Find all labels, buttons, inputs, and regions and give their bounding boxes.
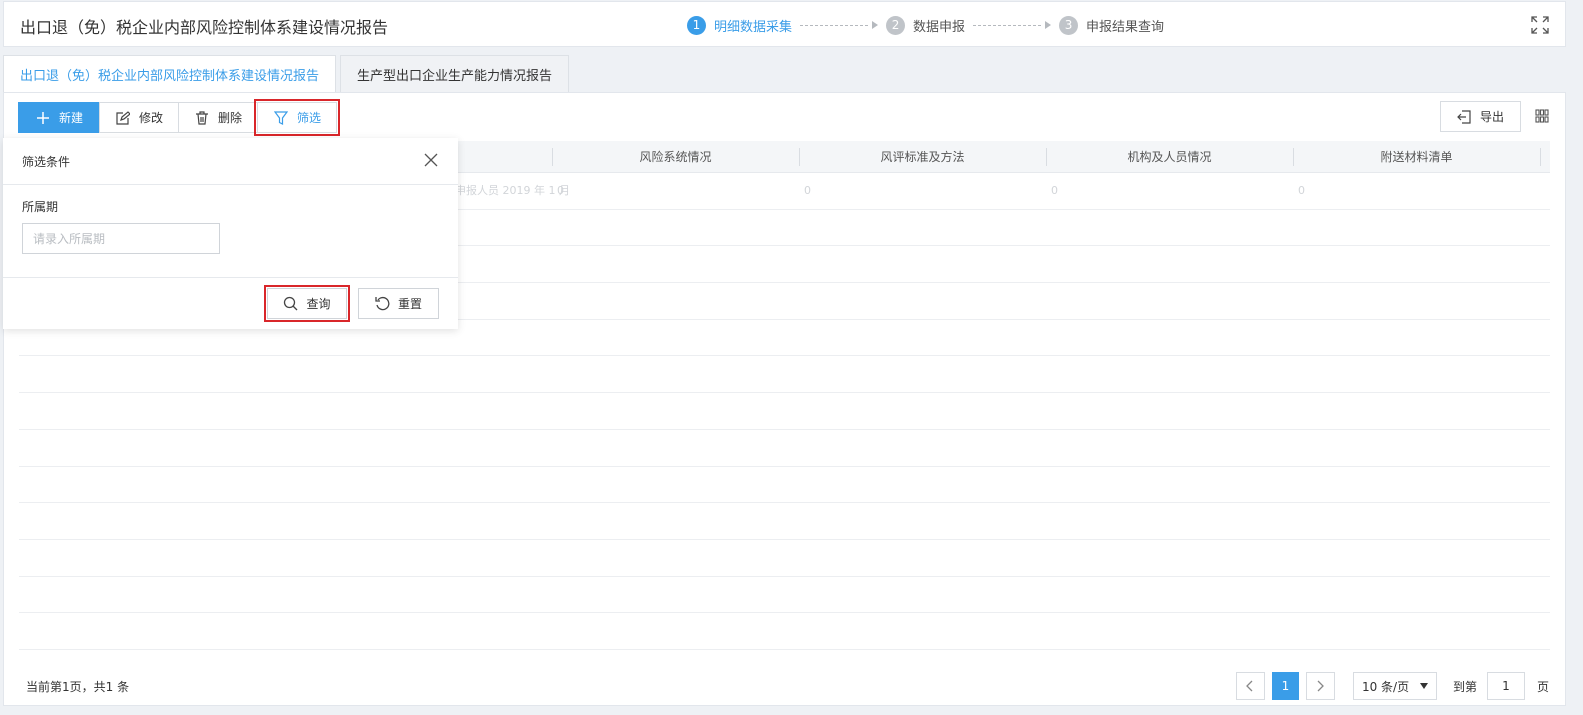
page-title: 出口退（免）税企业内部风险控制体系建设情况报告 [20,18,389,37]
search-icon [284,296,298,311]
column-header: 机构及人员情况 [1127,150,1212,164]
filter-popup-divider [3,277,458,278]
fullscreen-icon[interactable] [1531,16,1549,34]
table-row-empty [19,503,1550,540]
export-icon [1457,109,1471,124]
reset-button-label: 重置 [397,297,422,311]
step-indicator: 1 明细数据采集 2 数据申报 3 申报结果查询 [687,14,1164,36]
filter-popup-title: 筛选条件 [22,155,71,169]
report-tabs: 出口退（免）税企业内部风险控制体系建设情况报告 生产型出口企业生产能力情况报告 [3,55,573,93]
column-settings-icon[interactable] [1535,109,1549,123]
chevron-right-icon [1318,680,1325,692]
tab-risk-control-report[interactable]: 出口退（免）税企业内部风险控制体系建设情况报告 [3,55,337,93]
export-button[interactable]: 导出 [1440,101,1521,132]
table-cell: 0 [1051,184,1058,197]
query-button[interactable]: 查询 [264,285,350,322]
page-unit-label: 页 [1536,679,1549,694]
table-cell: 申报人员 2019 年 1 月 [455,184,570,197]
step-2[interactable]: 2 数据申报 [886,15,966,35]
column-header: 附送材料清单 [1380,150,1453,164]
reset-button[interactable]: 重置 [358,288,439,319]
export-button-label: 导出 [1479,110,1504,124]
goto-page-input[interactable]: 1 [1486,672,1525,700]
step-number: 3 [1059,15,1079,35]
table-row-empty [19,467,1550,504]
period-field-label: 所属期 [22,200,59,214]
caret-down-icon [1419,683,1428,689]
edit-button-label: 修改 [139,111,164,125]
table-cell: 0 [804,184,811,197]
table-row-empty [19,540,1550,577]
tab-production-capacity-report[interactable]: 生产型出口企业生产能力情况报告 [340,55,570,93]
step-connector [973,24,1042,26]
next-page-button[interactable] [1305,672,1335,700]
filter-funnel-icon [273,110,288,125]
table-row-empty [19,393,1550,430]
close-icon[interactable] [424,153,438,167]
period-input[interactable] [22,223,220,254]
column-header: 风评标准及方法 [880,150,965,164]
step-number: 2 [886,15,906,35]
filter-button[interactable]: 筛选 [254,99,341,136]
delete-button-label: 删除 [218,111,243,125]
table-row-empty [19,430,1550,467]
table-cell: 0 [557,184,564,197]
header-bar: 出口退（免）税企业内部风险控制体系建设情况报告 1 明细数据采集 2 数据申报 … [3,1,1566,47]
page-number-button[interactable]: 1 [1271,672,1299,700]
new-button[interactable]: 新建 [18,102,101,133]
step-label: 申报结果查询 [1086,19,1165,35]
table-row-empty [19,356,1550,394]
edit-icon [115,110,130,125]
reset-icon [375,296,390,311]
prev-page-button[interactable] [1235,672,1265,700]
step-number: 1 [687,15,706,35]
delete-button[interactable]: 删除 [178,102,259,133]
table-row-empty [19,577,1550,614]
step-arrow-icon [872,21,879,29]
edit-button[interactable]: 修改 [99,102,180,133]
query-button-label: 查询 [306,297,331,311]
goto-label: 到第 [1452,679,1477,694]
trash-icon [194,110,209,125]
page-size-select[interactable]: 10 条/页 [1352,672,1437,700]
step-3[interactable]: 3 申报结果查询 [1059,15,1165,35]
new-button-label: 新建 [59,111,84,125]
pagination-info: 当前第1页，共1 条 [26,680,130,694]
filter-popup: 筛选条件 所属期 查询 重置 [3,138,458,329]
page-size-value: 10 条/页 [1361,679,1410,694]
table-row-empty [19,613,1550,650]
chevron-left-icon [1246,680,1253,692]
step-connector [800,24,869,26]
filter-popup-header: 筛选条件 [3,138,458,185]
filter-button-label: 筛选 [297,111,322,125]
column-header: 风险系统情况 [639,150,712,164]
step-label: 数据申报 [913,19,966,35]
step-label: 明细数据采集 [714,19,793,35]
toolbar: 新建 修改 删除 筛选 [18,99,341,136]
pagination: 1 10 条/页 到第 1 页 [1235,672,1549,700]
table-cell: 0 [1298,184,1305,197]
column-divider [1540,148,1541,166]
step-1[interactable]: 1 明细数据采集 [687,15,793,35]
plus-icon [35,110,50,125]
step-arrow-icon [1045,21,1052,29]
